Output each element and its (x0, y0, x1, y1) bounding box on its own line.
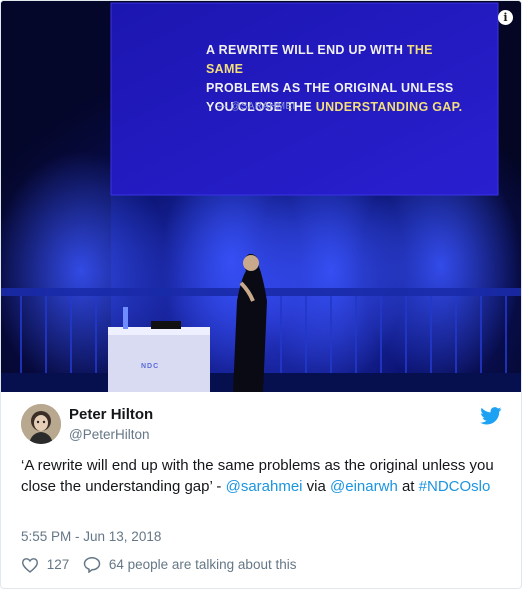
tweet-timestamp[interactable]: 5:55 PM - Jun 13, 2018 (21, 529, 161, 544)
tweet-text: ‘A rewrite will end up with the same pro… (21, 457, 494, 495)
talking-about-link[interactable]: 64 people are talking about this (109, 557, 297, 572)
slide-line-1: A rewrite will end up with the same (206, 43, 433, 76)
speech-bubble-icon[interactable] (83, 556, 101, 573)
slide-attribution: — @sarahmei (217, 101, 296, 112)
author-name[interactable]: Peter Hilton (69, 406, 153, 423)
info-icon[interactable]: i (498, 10, 513, 25)
hashtag-ndcoslo[interactable]: #NDCOslo (419, 478, 491, 495)
avatar[interactable] (21, 404, 61, 444)
mention-sarahmei[interactable]: @sarahmei (226, 478, 303, 495)
slide-line-2: problems as the original unless (206, 81, 454, 95)
twitter-bird-icon[interactable] (480, 407, 502, 425)
heart-icon[interactable] (21, 557, 39, 573)
mention-einarwh[interactable]: @einarwh (330, 478, 398, 495)
tweet-header: Peter Hilton @PeterHilton (21, 404, 502, 448)
tweet-card: A rewrite will end up with the same prob… (0, 0, 522, 589)
tweet-photo[interactable]: A rewrite will end up with the same prob… (1, 1, 521, 392)
avatar-image (21, 404, 61, 444)
like-count[interactable]: 127 (47, 557, 70, 572)
podium-logo: NDC (141, 363, 160, 370)
tweet-actions: 127 64 people are talking about this (21, 556, 296, 576)
author-handle[interactable]: @PeterHilton (69, 427, 150, 442)
